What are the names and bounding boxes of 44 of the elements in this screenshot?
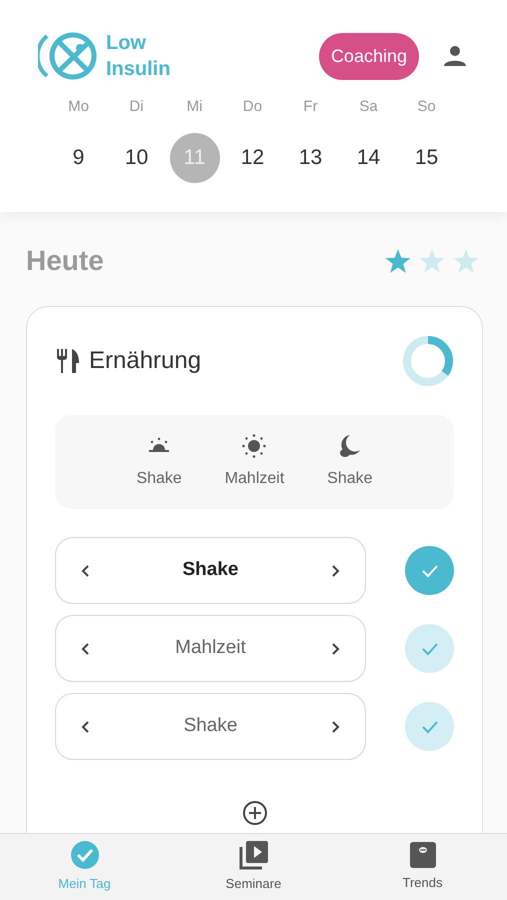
meal-name: Mahlzeit (175, 636, 246, 660)
video-library-icon (238, 840, 268, 870)
meal-selector[interactable]: Shake (55, 537, 366, 604)
nav-tab[interactable]: Seminare (194, 839, 314, 895)
coaching-button[interactable]: Coaching (318, 32, 419, 80)
logo-text: Insulin (106, 57, 170, 82)
meal-time-label: Shake (327, 469, 373, 489)
star-icon (385, 248, 411, 274)
date-button[interactable]: 14 (344, 132, 394, 182)
date-button[interactable]: 12 (228, 132, 278, 182)
meal-time-label: Shake (136, 469, 182, 489)
logo-text: Low (106, 31, 147, 56)
progress-ring (402, 335, 454, 387)
check-button[interactable] (405, 546, 454, 595)
add-icon[interactable] (242, 800, 268, 826)
meal-name: Shake (184, 714, 238, 738)
nav-tab[interactable]: Trends (362, 840, 482, 894)
sun-icon (241, 433, 268, 459)
cutlery-icon (55, 349, 81, 373)
meal-selector[interactable]: Mahlzeit (55, 615, 366, 682)
check-circle-icon (70, 840, 100, 870)
star-icon (453, 248, 479, 274)
check-button[interactable] (405, 702, 454, 751)
weekday-label: Mi (186, 97, 204, 117)
page-title: Heute (26, 244, 104, 278)
star-icon (419, 248, 445, 274)
meal-time-label: Mahlzeit (224, 469, 284, 489)
check-button[interactable] (405, 624, 454, 673)
date-button[interactable]: 15 (402, 132, 452, 182)
card-title: Ernährung (89, 346, 202, 376)
weekday-label: Fr (302, 97, 319, 117)
weekday-label: Sa (358, 97, 379, 117)
weekday-label: Mo (67, 97, 90, 117)
profile-icon[interactable] (443, 44, 467, 68)
date-button[interactable]: 10 (112, 132, 162, 182)
weekday-label: Di (128, 97, 145, 117)
scale-icon (408, 841, 436, 870)
date-button[interactable]: 13 (286, 132, 336, 182)
date-button[interactable]: 9 (54, 132, 104, 182)
logo-icon (38, 30, 98, 82)
weekday-label: Do (242, 97, 264, 117)
weekday-label: So (416, 97, 437, 117)
meal-name: Shake (182, 558, 238, 582)
meal-selector[interactable]: Shake (55, 693, 366, 760)
